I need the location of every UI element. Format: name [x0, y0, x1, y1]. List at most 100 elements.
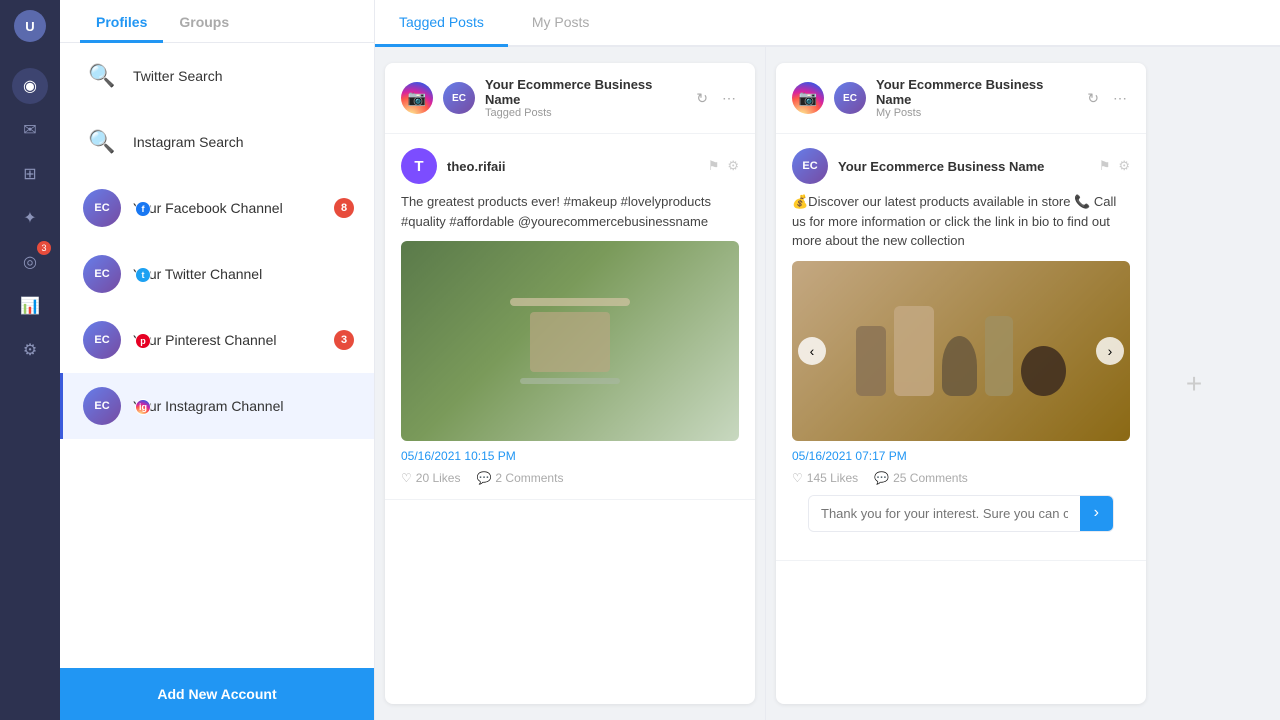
post2-image: ‹ ›	[792, 261, 1130, 441]
post1-flag-button[interactable]: ⚑	[708, 158, 720, 174]
carousel-next-button[interactable]: ›	[1096, 337, 1124, 365]
dashboard-icon[interactable]: ◉	[12, 68, 48, 104]
add-column-button[interactable]: +	[1164, 63, 1224, 704]
post1-comments: 💬 2 Comments	[476, 471, 563, 485]
post-card-1: T theo.rifaii ⚑ ⚙ The greatest products …	[385, 134, 755, 500]
column-header-1: 📷 EC Your Ecommerce Business Name Tagged…	[385, 63, 755, 134]
pinterest-badge-icon: p	[135, 333, 151, 349]
sidebar-item-label: Your Twitter Channel	[133, 265, 262, 283]
post2-author-wrap: Your Ecommerce Business Name	[838, 159, 1044, 174]
col1-title-wrap: Your Ecommerce Business Name Tagged Post…	[485, 77, 683, 119]
sidebar: Profiles Groups 🔍 Twitter Search 🔍 Insta…	[60, 0, 375, 720]
sidebar-tabs: Profiles Groups	[60, 0, 374, 43]
post2-header: EC Your Ecommerce Business Name ⚑ ⚙	[792, 148, 1130, 184]
main-header: Tagged Posts My Posts	[375, 0, 1280, 47]
col1-refresh-button[interactable]: ↻	[693, 87, 711, 110]
col1-subtitle: Tagged Posts	[485, 107, 683, 119]
tab-groups[interactable]: Groups	[163, 0, 245, 43]
reports-icon[interactable]: 📊	[12, 288, 48, 324]
post1-text: The greatest products ever! #makeup #lov…	[401, 192, 739, 231]
post1-author-name: theo.rifaii	[447, 159, 506, 174]
instagram-channel-avatar: EC	[83, 387, 121, 425]
col1-platform-icon: 📷	[401, 82, 433, 114]
post1-timestamp[interactable]: 05/16/2021 10:15 PM	[401, 449, 739, 463]
listen-badge: 3	[37, 241, 51, 255]
publish-icon[interactable]: ⊞	[12, 156, 48, 192]
column-divider	[765, 47, 766, 720]
twitter-badge-icon: t	[135, 267, 151, 283]
sidebar-item-facebook-channel[interactable]: EC f Your Facebook Channel 8	[60, 175, 374, 241]
sidebar-item-twitter-channel[interactable]: EC t Your Twitter Channel	[60, 241, 374, 307]
col1-more-button[interactable]: ⋯	[719, 87, 739, 110]
sidebar-item-instagram-channel[interactable]: EC ig Your Instagram Channel	[60, 373, 374, 439]
sidebar-item-pinterest-channel[interactable]: EC p Your Pinterest Channel 3	[60, 307, 374, 373]
post2-avatar: EC	[792, 148, 828, 184]
post2-comments: 💬 25 Comments	[874, 471, 968, 485]
sidebar-items: 🔍 Twitter Search 🔍 Instagram Search EC f…	[60, 43, 374, 668]
tab-tagged-posts[interactable]: Tagged Posts	[375, 0, 508, 47]
col2-account-avatar: EC	[834, 82, 866, 114]
user-avatar[interactable]: U	[14, 10, 46, 42]
carousel-prev-button[interactable]: ‹	[798, 337, 826, 365]
tab-profiles[interactable]: Profiles	[80, 0, 163, 43]
col2-platform-icon: 📷	[792, 82, 824, 114]
sidebar-item-instagram-search[interactable]: 🔍 Instagram Search	[60, 109, 374, 175]
post1-settings-button[interactable]: ⚙	[727, 158, 739, 174]
sidebar-item-label: Your Facebook Channel	[133, 199, 283, 217]
facebook-badge-icon: f	[135, 201, 151, 217]
sidebar-item-label: Your Pinterest Channel	[133, 331, 276, 349]
col2-account-name: Your Ecommerce Business Name	[876, 77, 1074, 107]
col2-body: EC Your Ecommerce Business Name ⚑ ⚙ 💰Dis…	[776, 134, 1146, 704]
engage-icon[interactable]: ✦	[12, 200, 48, 236]
twitter-search-icon: 🔍	[83, 57, 121, 95]
post2-timestamp[interactable]: 05/16/2021 07:17 PM	[792, 449, 1130, 463]
column-my-posts: 📷 EC Your Ecommerce Business Name My Pos…	[776, 63, 1146, 704]
twitter-channel-avatar: EC	[83, 255, 121, 293]
comment-icon: 💬	[874, 471, 889, 485]
col1-account-name: Your Ecommerce Business Name	[485, 77, 683, 107]
post2-likes: ♡ 145 Likes	[792, 471, 858, 485]
post2-author-name: Your Ecommerce Business Name	[838, 159, 1044, 174]
add-new-account-button[interactable]: Add New Account	[60, 668, 374, 720]
nav-rail: U ◉ ✉ ⊞ ✦ ◎ 3 📊 ⚙	[0, 0, 60, 720]
post2-text: 💰Discover our latest products available …	[792, 192, 1130, 251]
instagram-search-icon: 🔍	[83, 123, 121, 161]
reply-send-button[interactable]: ›	[1080, 496, 1113, 531]
post2-action-icons: ⚑ ⚙	[1099, 158, 1130, 174]
col2-actions: ↻ ⋯	[1084, 87, 1130, 110]
sidebar-item-label: Your Instagram Channel	[133, 397, 283, 415]
pinterest-channel-avatar: EC	[83, 321, 121, 359]
inbox-icon[interactable]: ✉	[12, 112, 48, 148]
column-header-2: 📷 EC Your Ecommerce Business Name My Pos…	[776, 63, 1146, 134]
heart-icon: ♡	[401, 471, 412, 485]
col1-actions: ↻ ⋯	[693, 87, 739, 110]
facebook-channel-avatar: EC	[83, 189, 121, 227]
sidebar-item-label: Instagram Search	[133, 133, 244, 151]
col2-subtitle: My Posts	[876, 107, 1074, 119]
post1-footer: ♡ 20 Likes 💬 2 Comments	[401, 471, 739, 485]
pinterest-unread-count: 3	[334, 330, 354, 350]
post2-footer: ♡ 145 Likes 💬 25 Comments	[792, 471, 1130, 485]
instagram-badge-icon: ig	[135, 399, 151, 415]
main-content: Tagged Posts My Posts 📷 EC Your Ecommerc…	[375, 0, 1280, 720]
reply-input[interactable]	[809, 496, 1080, 531]
post1-header: T theo.rifaii ⚑ ⚙	[401, 148, 739, 184]
post2-flag-button[interactable]: ⚑	[1099, 158, 1111, 174]
tab-my-posts[interactable]: My Posts	[508, 0, 614, 47]
column-tagged-posts: 📷 EC Your Ecommerce Business Name Tagged…	[385, 63, 755, 704]
settings-icon[interactable]: ⚙	[12, 332, 48, 368]
col2-refresh-button[interactable]: ↻	[1084, 87, 1102, 110]
col1-account-avatar: EC	[443, 82, 475, 114]
sidebar-item-label: Twitter Search	[133, 67, 222, 85]
heart-icon: ♡	[792, 471, 803, 485]
post1-likes: ♡ 20 Likes	[401, 471, 460, 485]
sidebar-item-twitter-search[interactable]: 🔍 Twitter Search	[60, 43, 374, 109]
post1-avatar: T	[401, 148, 437, 184]
post1-action-icons: ⚑ ⚙	[708, 158, 739, 174]
col2-title-wrap: Your Ecommerce Business Name My Posts	[876, 77, 1074, 119]
post-card-2: EC Your Ecommerce Business Name ⚑ ⚙ 💰Dis…	[776, 134, 1146, 561]
col2-more-button[interactable]: ⋯	[1110, 87, 1130, 110]
add-column-icon: +	[1186, 368, 1202, 400]
post2-settings-button[interactable]: ⚙	[1118, 158, 1130, 174]
comment-icon: 💬	[476, 471, 491, 485]
